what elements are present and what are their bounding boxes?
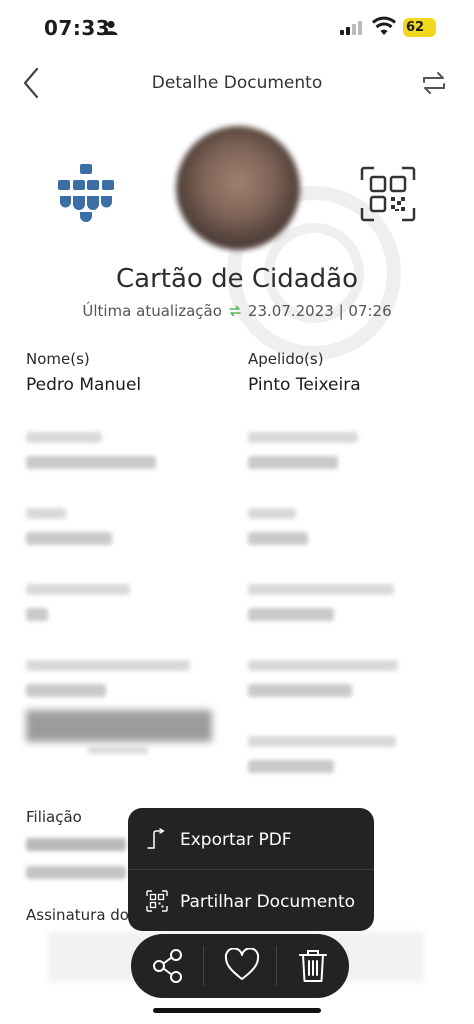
trash-icon <box>299 950 327 982</box>
blurred-barcode <box>26 710 212 742</box>
person-icon <box>104 20 118 35</box>
export-pdf-menu-item[interactable]: Exportar PDF <box>128 808 374 869</box>
share-button[interactable] <box>131 934 203 998</box>
last-updated: Última atualização 23.07.2023 | 07:26 <box>0 302 474 320</box>
blurred-field-value <box>248 456 338 469</box>
delete-button[interactable] <box>277 934 349 998</box>
blurred-field-value <box>248 532 308 545</box>
status-bar: 07:33 62 <box>0 0 474 56</box>
export-pdf-label: Exportar PDF <box>180 830 292 850</box>
share-icon <box>153 949 182 983</box>
blurred-field-label <box>26 660 190 671</box>
blurred-field-label <box>26 508 66 519</box>
sync-icon <box>229 305 241 317</box>
blurred-field-label <box>248 508 296 519</box>
last-updated-label: Última atualização <box>82 302 222 320</box>
share-document-label: Partilhar Documento <box>180 892 356 912</box>
avatar-photo <box>176 126 300 250</box>
republic-logo-icon <box>58 164 114 222</box>
favorite-button[interactable] <box>204 934 276 998</box>
blurred-field-label <box>248 432 358 443</box>
status-time: 07:33 <box>44 16 111 40</box>
last-updated-value: 23.07.2023 | 07:26 <box>247 302 392 320</box>
document-title: Cartão de Cidadão <box>116 264 358 294</box>
signature-label: Assinatura do <box>26 906 129 924</box>
surname-label: Apelido(s) <box>248 350 324 368</box>
blurred-field-value <box>248 608 334 621</box>
blurred-field-value <box>26 608 48 621</box>
blurred-filiation-value <box>26 866 126 879</box>
names-label: Nome(s) <box>26 350 90 368</box>
blurred-field-value <box>248 760 334 773</box>
surname-value: Pinto Teixeira <box>248 375 361 395</box>
share-document-menu-item[interactable]: Partilhar Documento <box>128 870 374 931</box>
blurred-field-label <box>26 584 130 595</box>
qr-code-icon[interactable] <box>360 166 416 222</box>
blurred-field-value <box>248 684 352 697</box>
filiation-label: Filiação <box>26 808 82 826</box>
swap-arrows-icon[interactable] <box>418 67 450 99</box>
heart-icon <box>224 948 260 980</box>
action-bar <box>131 934 349 998</box>
home-indicator[interactable] <box>153 1008 321 1013</box>
names-value: Pedro Manuel <box>26 375 142 395</box>
qr-share-icon <box>146 890 168 912</box>
blurred-field-value <box>26 684 106 697</box>
wifi-icon <box>372 16 396 35</box>
blurred-field-label <box>248 584 394 595</box>
blurred-field-label <box>248 660 398 671</box>
blurred-field-label <box>26 432 102 443</box>
page-title: Detalhe Documento <box>151 73 323 93</box>
blurred-field-value <box>26 532 112 545</box>
blurred-filiation-value <box>26 838 126 851</box>
blurred-barcode-caption <box>88 746 148 754</box>
export-icon <box>147 828 165 849</box>
blurred-field-label <box>248 736 396 747</box>
battery-indicator: 62 <box>403 18 436 37</box>
blurred-field-value <box>26 456 156 469</box>
share-menu: Exportar PDF Partilhar Documento <box>128 808 374 931</box>
